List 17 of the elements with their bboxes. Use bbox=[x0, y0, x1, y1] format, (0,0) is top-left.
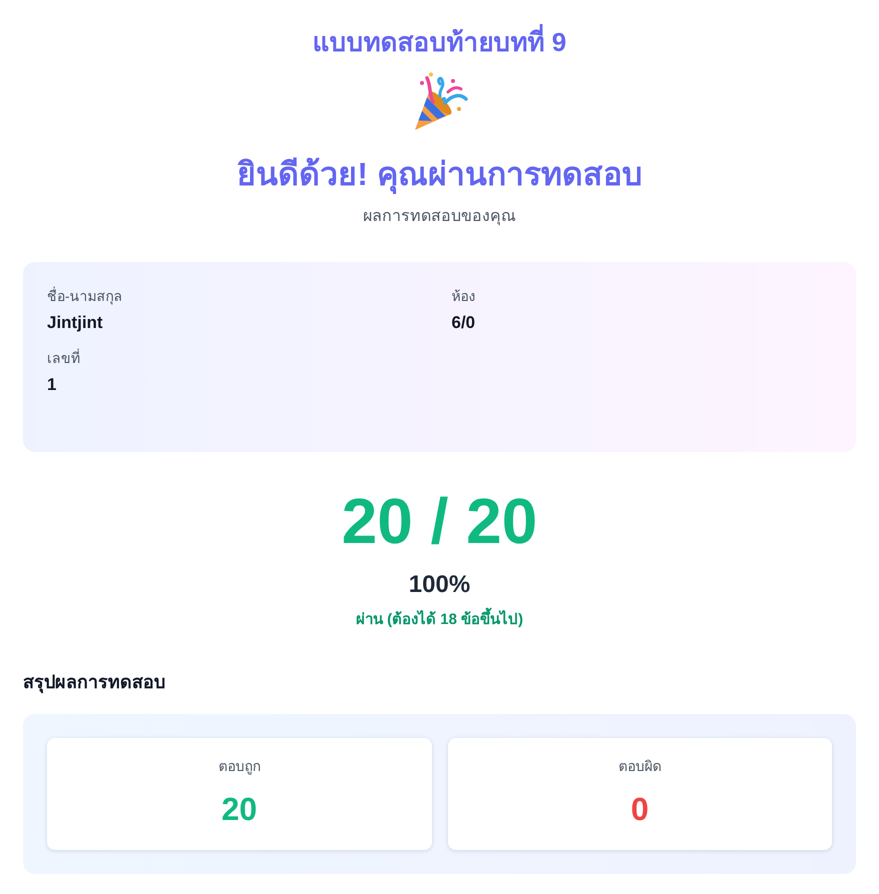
stat-label: ตอบผิด bbox=[618, 757, 662, 776]
congratulations-heading: ยินดีด้วย! คุณผ่านการทดสอบ bbox=[237, 155, 642, 194]
field-value: 6/0 bbox=[452, 312, 476, 334]
field-label: ชื่อ-นามสกุล bbox=[47, 286, 124, 306]
stat-value: 20 bbox=[221, 790, 258, 828]
field-value: Jintjint bbox=[47, 312, 104, 334]
pass-result-text: ผ่าน (ต้องได้ 18 ข้อขึ้นไป) bbox=[356, 610, 524, 630]
summary-title: สรุปผลการทดสอบ bbox=[23, 671, 166, 694]
field-label: เลขที่ bbox=[47, 348, 81, 368]
stat-value: 0 bbox=[630, 790, 649, 828]
stat-label: ตอบถูก bbox=[218, 757, 260, 776]
quiz-title: แบบทดสอบท้ายบทที่ 9 bbox=[312, 26, 566, 58]
results-subtitle: ผลการทดสอบของคุณ bbox=[363, 207, 516, 228]
score-value: 20 / 20 bbox=[342, 484, 538, 559]
field-label: ห้อง bbox=[452, 287, 476, 306]
field-value: 1 bbox=[47, 374, 58, 396]
score-percent: 100% bbox=[408, 570, 470, 600]
